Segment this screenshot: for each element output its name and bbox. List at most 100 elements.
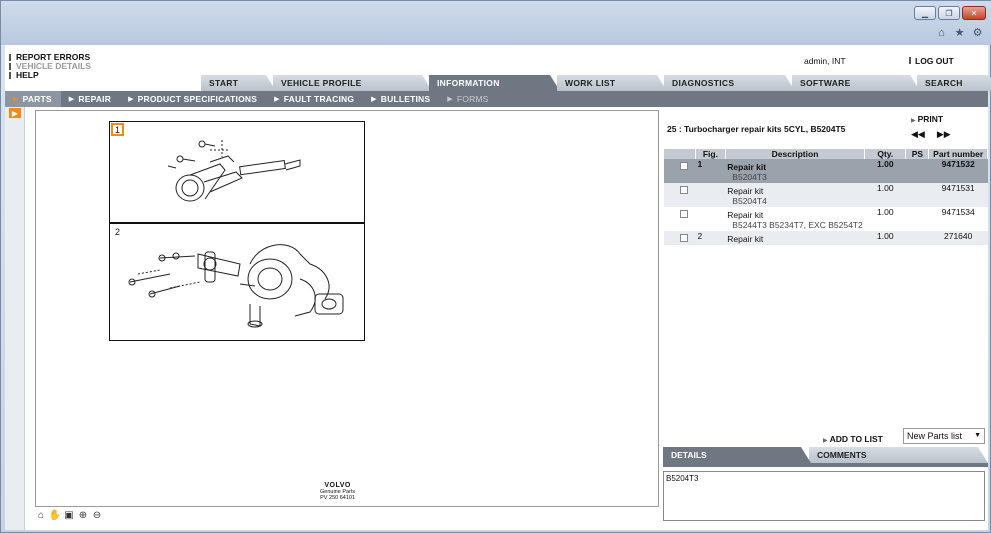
tab-details[interactable]: DETAILS bbox=[663, 447, 811, 463]
subnav-forms[interactable]: ▶ FORMS bbox=[439, 91, 497, 107]
figure-2[interactable]: 2 bbox=[109, 223, 365, 341]
col-part-number: Part number bbox=[928, 149, 988, 159]
print-label: PRINT bbox=[917, 114, 944, 124]
help-link[interactable]: HELP bbox=[9, 71, 91, 80]
next-icon[interactable]: ▶▶ bbox=[937, 129, 951, 140]
turbo-actuator-drawing bbox=[167, 140, 301, 202]
add-to-list-button[interactable]: ▶ ADD TO LIST bbox=[823, 434, 883, 444]
row-checkbox-cell bbox=[664, 231, 696, 245]
app-window: ▁ ❐ ✕ ⌂ ★ ⚙ REPORT ERRORS VEHICLE DETAIL… bbox=[0, 0, 991, 533]
subnav-repair[interactable]: ▶ REPAIR bbox=[61, 91, 120, 107]
cell-ps bbox=[905, 231, 929, 245]
page-content: REPORT ERRORS VEHICLE DETAILS HELP admin… bbox=[5, 45, 988, 530]
gear-icon[interactable]: ⚙ bbox=[971, 26, 984, 39]
row-checkbox-cell bbox=[664, 183, 696, 207]
col-qty: Qty. bbox=[864, 149, 907, 159]
table-row[interactable]: Repair kit B5204T4 1.00 9471531 bbox=[664, 183, 988, 207]
subnav-bulletins[interactable]: ▶ BULLETINS bbox=[363, 91, 439, 107]
arrow-right-icon: ▶ bbox=[911, 118, 916, 124]
row-checkbox[interactable] bbox=[680, 210, 688, 218]
cell-description: Repair kit bbox=[725, 231, 865, 245]
top-links: REPORT ERRORS VEHICLE DETAILS HELP bbox=[9, 53, 91, 80]
logout-link[interactable]: LOG OUT bbox=[909, 56, 954, 66]
subnav-fault-tracing[interactable]: ▶ FAULT TRACING bbox=[266, 91, 363, 107]
subnav-label: PRODUCT SPECIFICATIONS bbox=[137, 94, 258, 104]
tab-vehicle-profile[interactable]: VEHICLE PROFILE bbox=[273, 75, 432, 91]
browser-tools: ⌂ ★ ⚙ bbox=[935, 26, 984, 40]
turbocharger-drawing bbox=[128, 244, 344, 328]
home-icon[interactable]: ⌂ bbox=[35, 509, 47, 521]
subnav-label: REPAIR bbox=[78, 94, 112, 104]
cell-part-number: 9471534 bbox=[941, 207, 975, 217]
subnav-parts[interactable]: ▶ PARTS bbox=[5, 91, 61, 107]
tab-work-list[interactable]: WORK LIST bbox=[557, 75, 667, 91]
minimize-button[interactable]: ▁ bbox=[914, 6, 936, 20]
col-checkbox bbox=[664, 149, 697, 159]
table-row[interactable]: Repair kit B5244T3 B5234T7, EXC B5254T2 … bbox=[664, 207, 988, 231]
volvo-logo: VOLVO Genuine Parts PV 250 64101 bbox=[320, 482, 355, 501]
image-toolbar: ⌂ ✋ ▣ ⊕ ⊖ bbox=[35, 509, 103, 521]
window-controls: ▁ ❐ ✕ bbox=[914, 6, 986, 20]
parts-title: 25 : Turbocharger repair kits 5CYL, B520… bbox=[667, 124, 846, 134]
cell-fig: 2 bbox=[695, 231, 726, 245]
hand-icon[interactable]: ✋ bbox=[49, 509, 61, 521]
main-tabs: START VEHICLE PROFILE INFORMATION WORK L… bbox=[201, 75, 991, 91]
cell-description: Repair kit B5204T3 bbox=[725, 159, 865, 183]
description-main: Repair kit bbox=[727, 162, 767, 172]
cell-fig: 1 bbox=[695, 159, 726, 183]
row-checkbox[interactable] bbox=[680, 186, 688, 194]
col-fig: Fig. bbox=[695, 149, 726, 159]
restore-button[interactable]: ❐ bbox=[938, 6, 960, 20]
cell-qty: 1.00 bbox=[864, 159, 906, 183]
tab-diagnostics[interactable]: DIAGNOSTICS bbox=[664, 75, 795, 91]
description-main: Repair kit bbox=[727, 234, 764, 244]
col-description: Description bbox=[725, 149, 866, 159]
description-sub: B5204T3 bbox=[732, 172, 767, 182]
tab-software[interactable]: SOFTWARE bbox=[792, 75, 920, 91]
left-strip: ▶ bbox=[5, 107, 25, 530]
exploded-view-pane[interactable]: 1 2 VOLVO Genuine Parts PV 250 64101 bbox=[35, 110, 659, 507]
arrow-right-icon: ▶ bbox=[447, 96, 453, 103]
cell-qty: 1.00 bbox=[864, 183, 906, 207]
add-to-list-label: ADD TO LIST bbox=[829, 434, 883, 444]
figure-1[interactable]: 1 bbox=[109, 121, 365, 223]
row-checkbox-cell bbox=[664, 207, 696, 231]
previous-icon[interactable]: ◀◀ bbox=[911, 129, 925, 140]
details-text-area[interactable]: B5204T3 bbox=[663, 471, 985, 521]
tab-search[interactable]: SEARCH bbox=[917, 75, 991, 91]
row-checkbox[interactable] bbox=[680, 234, 688, 242]
row-checkbox[interactable] bbox=[680, 162, 688, 170]
detail-tabs: COMMENTS DETAILS bbox=[663, 447, 988, 463]
arrow-right-icon: ▶ bbox=[274, 96, 280, 103]
description-sub: B5204T4 bbox=[732, 196, 767, 206]
title-bar: ▁ ❐ ✕ ⌂ ★ ⚙ bbox=[1, 1, 991, 45]
sub-navigation: ▶ PARTS ▶ REPAIR ▶ PRODUCT SPECIFICATIONS ▶… bbox=[5, 91, 988, 107]
table-row[interactable]: 1 Repair kit B5204T3 1.00 9471532 bbox=[664, 159, 988, 183]
cell-description: Repair kit B5204T4 bbox=[725, 183, 865, 207]
cell-fig bbox=[696, 207, 726, 231]
home-icon[interactable]: ⌂ bbox=[935, 26, 948, 39]
arrow-right-icon: ▶ bbox=[823, 438, 828, 444]
subnav-product-specifications[interactable]: ▶ PRODUCT SPECIFICATIONS bbox=[120, 91, 266, 107]
figure-number: 2 bbox=[114, 226, 120, 237]
close-button[interactable]: ✕ bbox=[962, 6, 986, 20]
table-row[interactable]: 2 Repair kit 1.00 271640 bbox=[664, 231, 988, 245]
expand-arrow-icon[interactable]: ▶ bbox=[9, 108, 21, 118]
table-header: Fig. Description Qty. PS Part number bbox=[664, 149, 988, 159]
fit-icon[interactable]: ▣ bbox=[63, 509, 75, 521]
description-main: Repair kit bbox=[727, 186, 764, 196]
tab-comments[interactable]: COMMENTS bbox=[809, 447, 988, 463]
subnav-label: BULLETINS bbox=[380, 94, 431, 104]
star-icon[interactable]: ★ bbox=[953, 26, 966, 39]
zoom-in-icon[interactable]: ⊕ bbox=[77, 509, 89, 521]
arrow-right-icon: ▶ bbox=[68, 96, 75, 103]
print-button[interactable]: ▶ PRINT bbox=[911, 114, 943, 124]
parts-list-select-value: New Parts list bbox=[907, 431, 963, 441]
cell-ps bbox=[905, 159, 929, 183]
tab-information[interactable]: INFORMATION bbox=[429, 75, 560, 91]
description-main: Repair kit bbox=[727, 210, 764, 220]
zoom-out-icon[interactable]: ⊖ bbox=[91, 509, 103, 521]
parts-list-select[interactable]: New Parts list ▼ bbox=[903, 428, 985, 444]
tab-start[interactable]: START bbox=[201, 75, 276, 91]
arrow-right-icon: ▶ bbox=[13, 96, 19, 103]
